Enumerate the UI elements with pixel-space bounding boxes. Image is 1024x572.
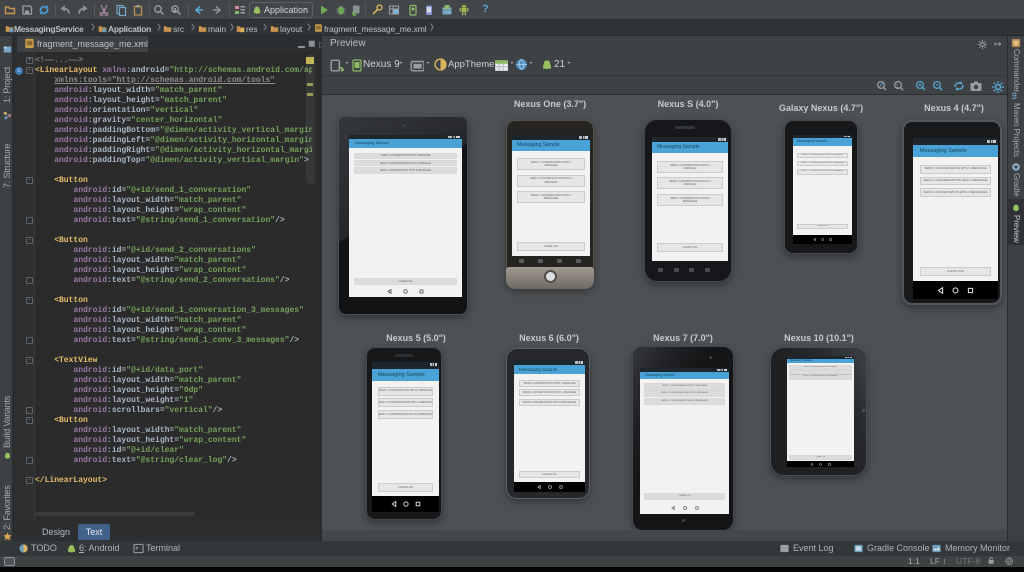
svg-text:1: 1 [896,83,899,89]
svg-text:m: m [1011,92,1020,99]
svg-text:a: a [173,8,177,14]
